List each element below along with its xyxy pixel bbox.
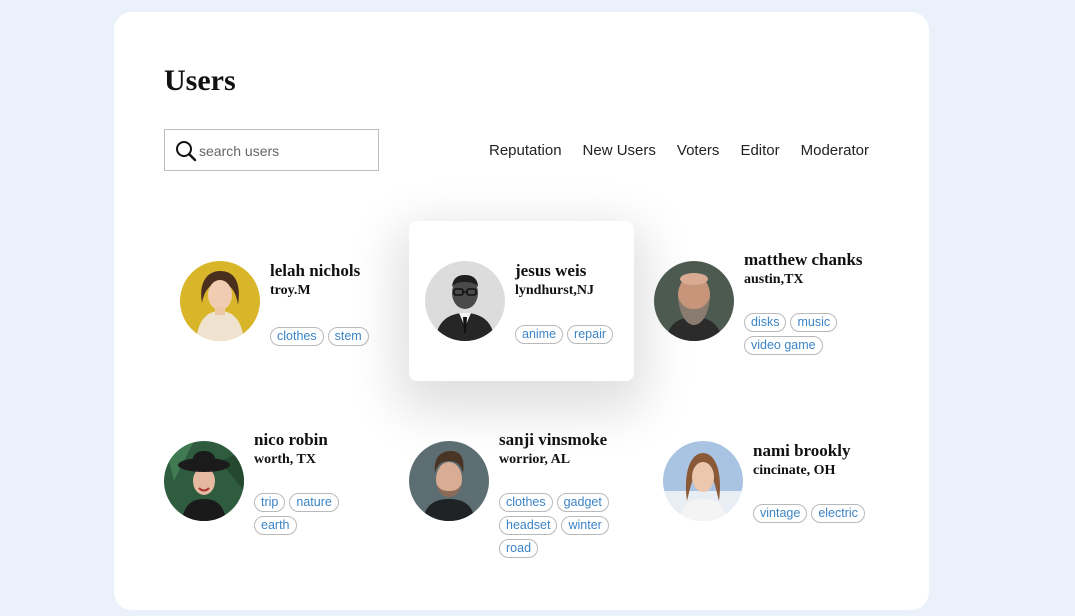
tag[interactable]: road — [499, 539, 539, 558]
tag[interactable]: anime — [515, 325, 564, 344]
tag[interactable]: vintage — [753, 504, 808, 523]
avatar — [654, 261, 734, 341]
users-panel: Users Reputation New Users Voters Editor… — [114, 12, 929, 610]
avatar — [180, 261, 260, 341]
tag[interactable]: earth — [254, 516, 297, 535]
tag[interactable]: gadget — [556, 493, 609, 512]
user-location: troy.M — [270, 283, 311, 298]
tag[interactable]: electric — [811, 504, 865, 523]
search-input[interactable] — [199, 140, 369, 162]
tab-editor[interactable]: Editor — [740, 142, 779, 159]
user-card-matthew-chanks[interactable]: matthew chanks austin,TX disks music vid… — [654, 221, 884, 381]
user-info: matthew chanks austin,TX — [744, 250, 863, 290]
tab-voters[interactable]: Voters — [677, 142, 720, 159]
user-card-nico-robin[interactable]: nico robin worth, TX trip nature earth — [164, 401, 394, 561]
search-icon — [176, 141, 197, 162]
user-card-nami-brookly[interactable]: nami brookly cincinate, OH vintage elect… — [663, 401, 893, 561]
user-name[interactable]: nico robin — [254, 430, 328, 450]
tag-list: trip nature earth — [254, 493, 359, 535]
user-info: jesus weis lyndhurst,NJ — [515, 261, 594, 301]
tag[interactable]: winter — [561, 516, 609, 535]
user-location: worrior, AL — [499, 452, 571, 467]
user-name[interactable]: nami brookly — [753, 441, 850, 461]
user-name[interactable]: sanji vinsmoke — [499, 430, 607, 450]
user-location: worth, TX — [254, 452, 316, 467]
avatar — [663, 441, 743, 521]
user-location: cincinate, OH — [753, 463, 836, 478]
tag[interactable]: clothes — [270, 327, 324, 346]
avatar — [425, 261, 505, 341]
tag-list: anime repair — [515, 325, 630, 344]
avatar — [409, 441, 489, 521]
tag-list: vintage electric — [753, 504, 893, 523]
tag[interactable]: repair — [567, 325, 614, 344]
tag-list: disks music video game — [744, 313, 884, 355]
tag[interactable]: video game — [744, 336, 823, 355]
tag[interactable]: headset — [499, 516, 558, 535]
search-box[interactable] — [164, 129, 379, 171]
tag[interactable]: clothes — [499, 493, 553, 512]
page-title: Users — [164, 64, 236, 97]
tag[interactable]: nature — [289, 493, 339, 512]
tag[interactable]: trip — [254, 493, 286, 512]
user-name[interactable]: matthew chanks — [744, 250, 863, 270]
user-location: austin,TX — [744, 272, 804, 287]
tab-reputation[interactable]: Reputation — [489, 142, 562, 159]
tag[interactable]: disks — [744, 313, 787, 332]
tag-list: clothes gadget headset winter road — [499, 493, 639, 558]
user-info: nami brookly cincinate, OH — [753, 441, 850, 481]
tab-moderator[interactable]: Moderator — [801, 142, 869, 159]
user-info: nico robin worth, TX — [254, 430, 328, 470]
user-info: lelah nichols troy.M — [270, 261, 360, 301]
user-name[interactable]: lelah nichols — [270, 261, 360, 281]
user-name[interactable]: jesus weis — [515, 261, 594, 281]
user-card-lelah-nichols[interactable]: lelah nichols troy.M clothes stem — [164, 221, 394, 381]
tag[interactable]: stem — [327, 327, 369, 346]
user-card-sanji-vinsmoke[interactable]: sanji vinsmoke worrior, AL clothes gadge… — [409, 401, 639, 561]
tab-new-users[interactable]: New Users — [583, 142, 656, 159]
user-location: lyndhurst,NJ — [515, 283, 594, 298]
tag[interactable]: music — [790, 313, 838, 332]
tag-list: clothes stem — [270, 327, 395, 346]
filter-tabs: Reputation New Users Voters Editor Moder… — [489, 142, 869, 159]
user-card-jesus-weis[interactable]: jesus weis lyndhurst,NJ anime repair — [409, 221, 634, 381]
user-info: sanji vinsmoke worrior, AL — [499, 430, 607, 470]
avatar — [164, 441, 244, 521]
